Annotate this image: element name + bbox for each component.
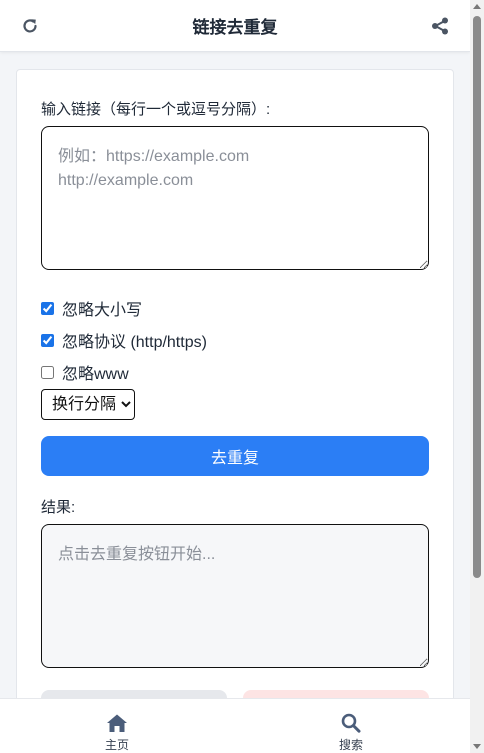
ignore-protocol-checkbox[interactable] [41, 333, 54, 347]
nav-search-label: 搜索 [338, 738, 363, 752]
result-output[interactable] [41, 524, 429, 668]
ignore-www-checkbox[interactable] [41, 365, 54, 379]
ignore-protocol-label: 忽略协议 (http/https) [62, 334, 207, 351]
nav-home[interactable]: 主页 [77, 699, 157, 753]
nav-home-label: 主页 [104, 738, 129, 752]
ignore-case-checkbox[interactable] [41, 301, 54, 315]
input-label: 输入链接（每行一个或逗号分隔）: [41, 101, 271, 118]
dedupe-button[interactable]: 去重复 [41, 436, 429, 476]
share-icon[interactable] [430, 16, 450, 36]
scroll-up-arrow[interactable] [473, 4, 481, 9]
dedupe-card: 输入链接（每行一个或逗号分隔）: 忽略大小写 忽略协议 (http/https)… [16, 69, 454, 730]
page-title: 链接去重复 [192, 18, 278, 37]
option-ignore-case[interactable]: 忽略大小写 [41, 296, 142, 320]
option-ignore-www[interactable]: 忽略www [41, 360, 129, 384]
result-label: 结果: [41, 499, 76, 516]
top-app-bar: 链接去重复 [0, 0, 470, 52]
scroll-down-arrow[interactable] [473, 744, 481, 749]
option-ignore-protocol[interactable]: 忽略协议 (http/https) [41, 328, 207, 352]
separator-select[interactable]: 换行分隔 [41, 389, 135, 420]
refresh-icon[interactable] [20, 16, 40, 36]
links-input[interactable] [41, 126, 429, 270]
home-icon [107, 714, 127, 732]
ignore-www-label: 忽略www [62, 366, 129, 383]
nav-search[interactable]: 搜索 [311, 699, 391, 753]
scrollbar-thumb[interactable] [473, 16, 481, 578]
ignore-case-label: 忽略大小写 [62, 302, 143, 319]
search-icon [341, 713, 361, 733]
bottom-nav: 主页 搜索 [0, 698, 470, 753]
scrollbar[interactable] [470, 0, 484, 753]
